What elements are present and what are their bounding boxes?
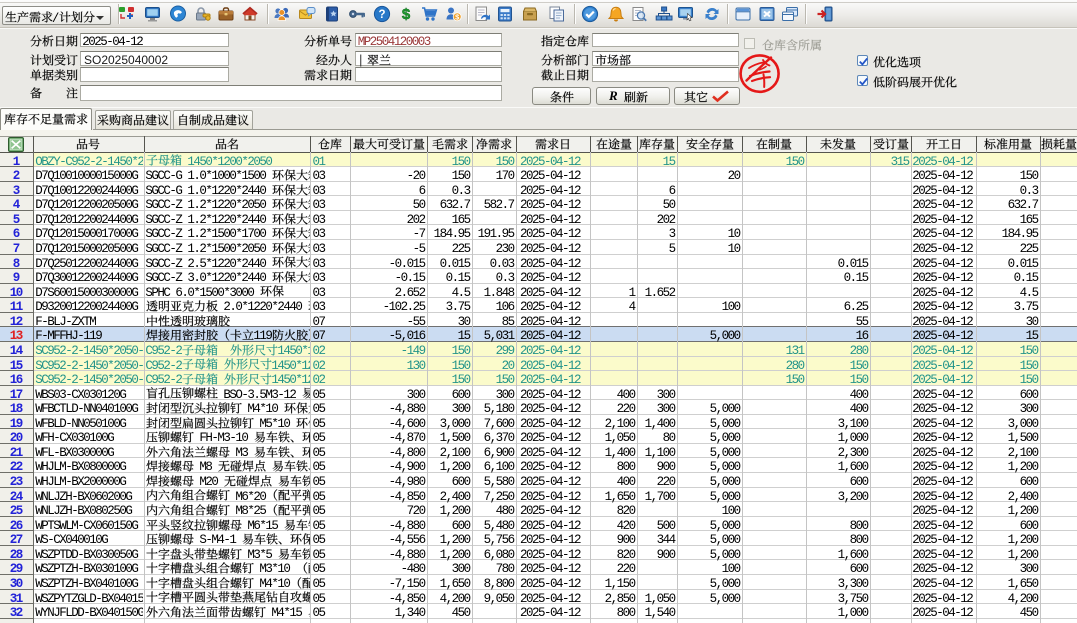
svg-text:$: $ xyxy=(401,6,410,23)
svg-text:?: ? xyxy=(378,9,385,21)
